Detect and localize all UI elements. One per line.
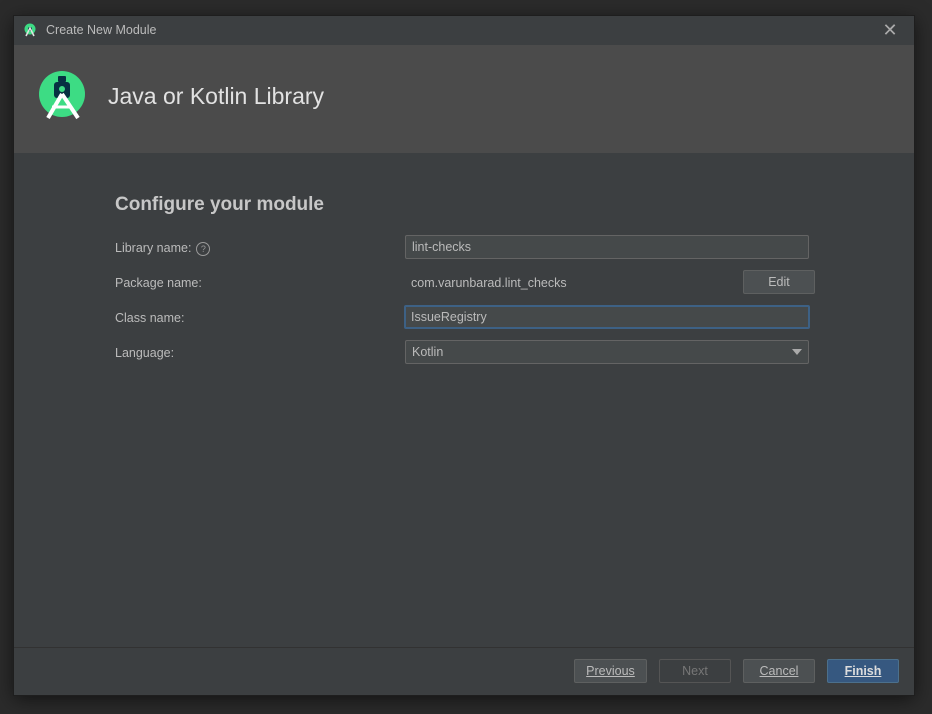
library-name-label: Library name:? — [115, 241, 211, 256]
library-name-input[interactable]: lint-checks — [405, 235, 809, 259]
header-banner: Java or Kotlin Library — [14, 45, 914, 153]
class-name-label: Class name: — [115, 311, 185, 325]
package-name-value: com.varunbarad.lint_checks — [411, 276, 567, 290]
cancel-button[interactable]: Cancel — [743, 659, 815, 683]
help-icon[interactable]: ? — [196, 242, 211, 256]
section-title: Configure your module — [115, 194, 324, 215]
title-bar: Create New Module ✕ — [14, 16, 914, 46]
previous-button[interactable]: Previous — [574, 659, 647, 683]
language-select[interactable]: Kotlin — [405, 340, 809, 364]
next-button[interactable]: Next — [659, 659, 731, 683]
edit-package-button[interactable]: Edit — [743, 270, 815, 294]
form-panel: Configure your module Library name:? lin… — [14, 153, 914, 648]
android-studio-icon — [39, 71, 85, 120]
android-studio-small-icon — [24, 23, 36, 37]
finish-button[interactable]: Finish — [827, 659, 899, 683]
button-bar: Previous Next Cancel Finish — [14, 647, 914, 695]
window-title: Create New Module — [46, 23, 157, 37]
language-label: Language: — [115, 346, 175, 360]
wizard-heading: Java or Kotlin Library — [108, 83, 325, 109]
chevron-down-icon — [792, 349, 802, 355]
language-selected-value: Kotlin — [412, 345, 444, 359]
create-module-dialog: Create New Module ✕ Java or Kotlin Libra… — [14, 16, 914, 695]
package-name-label: Package name: — [115, 276, 202, 290]
close-icon[interactable]: ✕ — [880, 20, 900, 40]
class-name-input[interactable]: IssueRegistry — [404, 305, 810, 329]
